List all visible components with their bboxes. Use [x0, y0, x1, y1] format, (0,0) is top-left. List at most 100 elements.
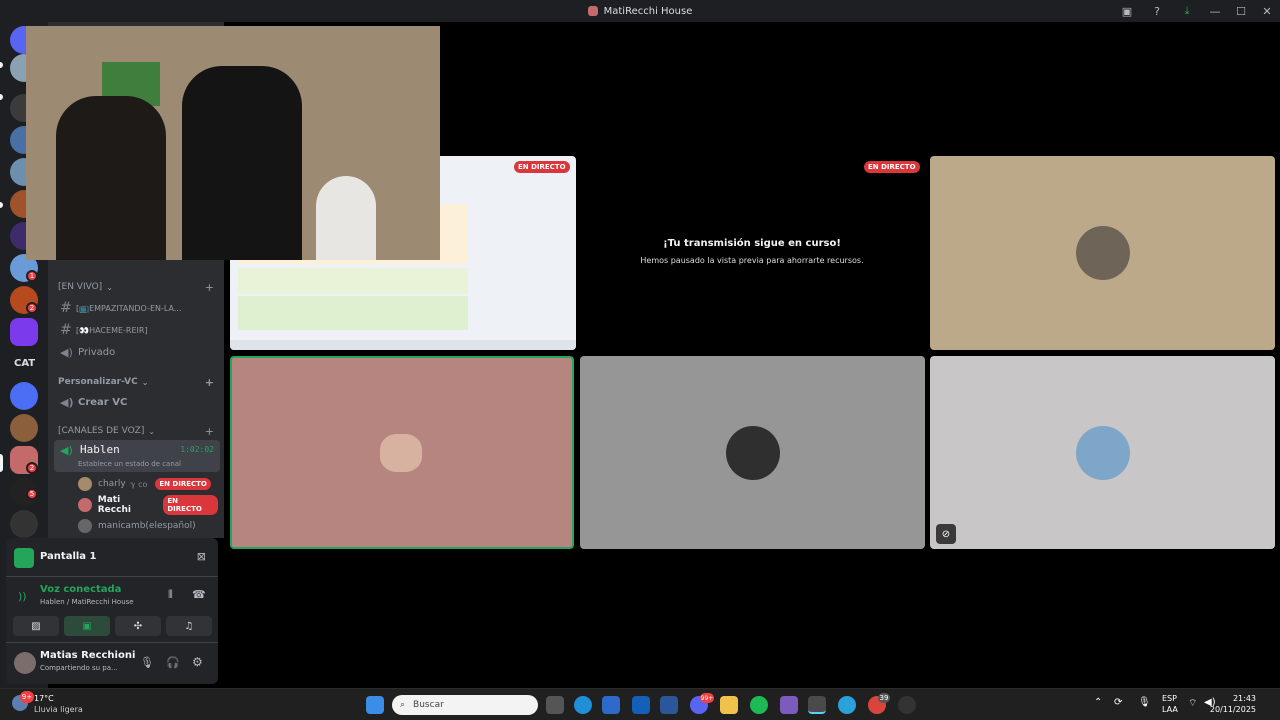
chevron-down-icon: ⌄ [106, 282, 113, 292]
shared-screen-content [238, 296, 468, 330]
activity-icon: ℽ co [129, 479, 148, 489]
maximize-button[interactable]: ☐ [1228, 0, 1254, 22]
store-icon[interactable] [602, 696, 620, 714]
webcam-preview-tile[interactable] [26, 26, 440, 260]
webcam-person [182, 66, 302, 260]
wifi-icon[interactable]: ⌔ [1188, 697, 1197, 710]
voice-user[interactable]: manicamb(elespañol) [78, 517, 218, 535]
channel-label: [👀HACEME-REIR] [76, 325, 148, 335]
headphones-icon[interactable]: 🎧 [166, 656, 180, 669]
voice-user[interactable]: charly ℽ co EN DIRECTO [78, 475, 218, 493]
microphone-icon[interactable]: 🎙 [140, 656, 154, 669]
live-badge: EN DIRECTO [514, 161, 570, 173]
windows-start-icon[interactable] [366, 696, 384, 714]
microphone-icon[interactable]: 🎙 [1138, 697, 1151, 708]
voice-channel-hablen[interactable]: ◀) Hablen 1:02:02 Establece un estado de… [54, 440, 220, 472]
participant-tile[interactable]: ⊘ [930, 356, 1275, 549]
close-button[interactable]: ✕ [1254, 0, 1280, 22]
voice-channel-name: Hablen [80, 443, 120, 456]
camera-off-icon[interactable]: ⊘ [936, 524, 956, 544]
mention-badge: 5 [26, 488, 38, 500]
keyboard-layout[interactable]: LAA [1162, 705, 1178, 714]
screen-share-button[interactable]: ▣ [64, 616, 110, 636]
selected-pill [0, 454, 3, 472]
category-canales-de-voz[interactable]: [CANALES DE VOZ] ⌄ + [58, 424, 218, 438]
add-channel-icon[interactable]: + [205, 376, 214, 389]
disconnect-icon[interactable]: ☎ [192, 588, 206, 601]
task-view-icon[interactable] [546, 696, 564, 714]
word-icon[interactable] [660, 696, 678, 714]
speaker-icon: ◀) [60, 345, 73, 359]
channel-privado[interactable]: ◀) Privado [54, 342, 220, 362]
camera-off-button[interactable]: ▨ [13, 616, 59, 636]
participant-tile[interactable] [930, 156, 1275, 350]
shared-screen-taskbar [230, 340, 576, 350]
noise-suppression-icon[interactable]: ⦀ [168, 588, 173, 602]
search-input[interactable]: ⌕ Buscar [392, 695, 538, 715]
inbox-icon[interactable]: ▣ [1112, 0, 1142, 22]
avatar[interactable] [14, 652, 36, 674]
add-channel-icon[interactable]: + [205, 281, 214, 294]
screen-share-icon [14, 548, 34, 568]
voice-status[interactable]: Voz conectada [40, 584, 121, 595]
divider [6, 576, 218, 577]
category-personalizar[interactable]: Personalizar-VC ⌄ + [58, 375, 218, 389]
stop-stream-icon[interactable]: ⊠ [197, 550, 206, 563]
search-icon: ⌕ [400, 700, 406, 710]
weather-desc[interactable]: Lluvia ligera [34, 705, 83, 714]
paused-subtitle: Hemos pausado la vista previa para ahorr… [640, 256, 864, 265]
server-icon[interactable] [10, 318, 38, 346]
spotify-icon[interactable] [750, 696, 768, 714]
activities-button[interactable]: ✣ [115, 616, 161, 636]
avatar [725, 425, 780, 480]
edge-icon[interactable] [574, 696, 592, 714]
voice-user[interactable]: Mati Recchi EN DIRECTO [78, 495, 218, 515]
clock-date[interactable]: 20/11/2025 [1210, 705, 1256, 714]
category-label: [EN VIVO] [58, 282, 103, 292]
channel-empazitando[interactable]: # [📺EMPAZITANDO-EN-LA... [54, 298, 220, 318]
category-en-vivo[interactable]: [EN VIVO] ⌄ + [58, 280, 218, 294]
app-icon[interactable] [898, 696, 916, 714]
chevron-up-icon[interactable]: ⌃ [1094, 697, 1102, 708]
speaker-icon: ◀) [60, 444, 73, 457]
telegram-icon[interactable] [838, 696, 856, 714]
download-icon[interactable]: ⤓ [1172, 0, 1202, 22]
server-icon[interactable] [10, 382, 38, 410]
teams-icon[interactable] [780, 696, 798, 714]
language-indicator[interactable]: ESP [1162, 694, 1177, 703]
soundboard-button[interactable]: ♫ [166, 616, 212, 636]
minimize-button[interactable]: — [1202, 0, 1228, 22]
add-channel-icon[interactable]: + [205, 425, 214, 438]
user-status: Compartiendo su pa... [40, 664, 118, 672]
participant-tile[interactable] [580, 356, 925, 549]
settings-icon[interactable]: ⚙ [192, 655, 203, 669]
user-name[interactable]: Matias Recchioni [40, 650, 135, 661]
avatar [1075, 226, 1130, 280]
weather-temp[interactable]: 17°C [34, 694, 54, 703]
user-panel: Pantalla 1 ⊠ )) Voz conectada Hablen / M… [6, 538, 218, 684]
sync-icon[interactable]: ⟳ [1114, 697, 1122, 708]
channel-status-prompt[interactable]: Establece un estado de canal [78, 460, 181, 468]
clock-time[interactable]: 21:43 [1233, 694, 1256, 703]
channel-haceme-reir[interactable]: # [👀HACEME-REIR] [54, 320, 220, 340]
discord-badge: 99+ [700, 693, 714, 703]
title-bar: MatiRecchi House ▣ ? ⤓ — ☐ ✕ [0, 0, 1280, 22]
avatar [1075, 425, 1130, 480]
stream-tile-paused[interactable]: ¡Tu transmisión sigue en curso! Hemos pa… [580, 156, 924, 350]
chrome-icon[interactable] [808, 696, 826, 714]
server-cat-label[interactable]: CAT [14, 358, 35, 369]
unread-pill [0, 202, 3, 208]
outlook-icon[interactable] [632, 696, 650, 714]
participant-tile-speaking[interactable] [230, 356, 574, 549]
voice-location[interactable]: Hablen / MatiRecchi House [40, 598, 134, 606]
window-title-text: MatiRecchi House [603, 5, 693, 17]
file-explorer-icon[interactable] [720, 696, 738, 714]
channel-label: Crear VC [78, 396, 128, 408]
server-icon[interactable] [10, 414, 38, 442]
mention-badge: 2 [26, 462, 38, 474]
help-icon[interactable]: ? [1142, 0, 1172, 22]
server-icon[interactable] [10, 510, 38, 538]
mention-badge: 1 [26, 270, 38, 282]
chevron-down-icon: ⌄ [141, 377, 149, 387]
channel-crear-vc[interactable]: ◀) Crear VC [54, 392, 220, 412]
